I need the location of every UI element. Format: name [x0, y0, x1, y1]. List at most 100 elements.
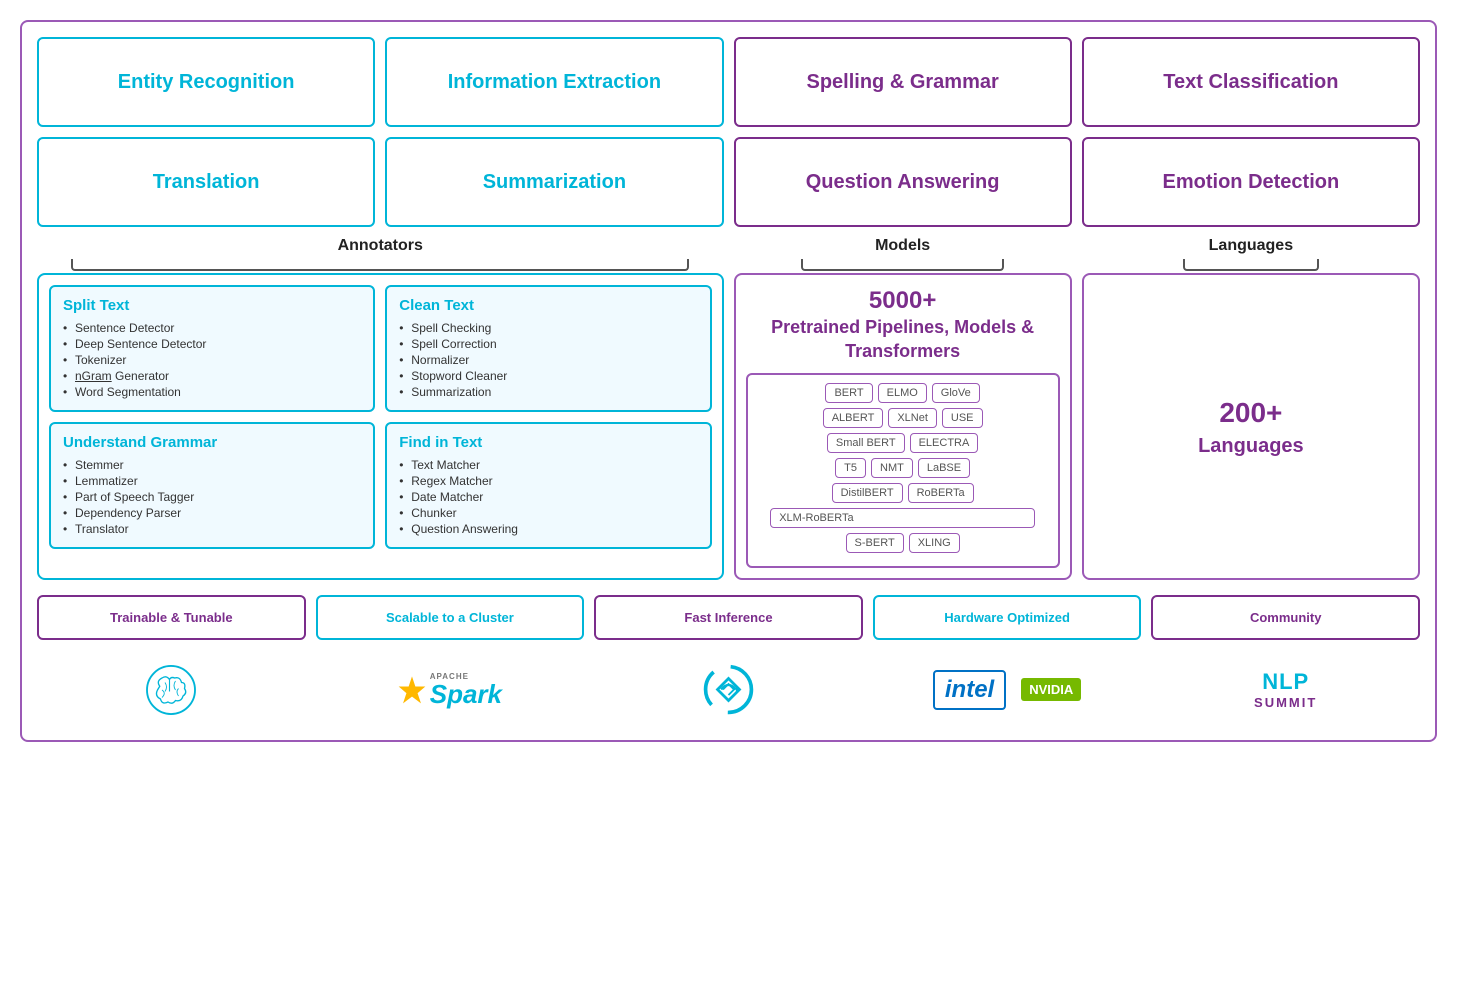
spark-logo-cell: APACHE Spark — [316, 655, 585, 725]
annotators-bracket — [71, 259, 689, 271]
model-albert: ALBERT — [823, 408, 884, 428]
trainable-tunable-label: Trainable & Tunable — [110, 610, 233, 625]
question-answering-label: Question Answering — [806, 171, 1000, 194]
clean-text-box: Clean Text Spell Checking Spell Correcti… — [385, 285, 711, 412]
list-item: Word Segmentation — [63, 384, 361, 400]
model-sbert: S-BERT — [846, 533, 904, 553]
model-row-3: Small BERT ELECTRA — [756, 433, 1050, 453]
information-extraction-box: Information Extraction — [385, 37, 723, 127]
scalable-cluster-label: Scalable to a Cluster — [386, 610, 514, 625]
brain-icon — [141, 660, 201, 720]
information-extraction-label: Information Extraction — [448, 71, 661, 94]
model-use: USE — [942, 408, 983, 428]
models-bracket — [801, 259, 1004, 271]
model-electra: ELECTRA — [910, 433, 979, 453]
list-item: Chunker — [399, 505, 697, 521]
list-item: Summarization — [399, 384, 697, 400]
clean-text-list: Spell Checking Spell Correction Normaliz… — [399, 320, 697, 400]
emotion-detection-label: Emotion Detection — [1163, 171, 1340, 194]
model-glove: GloVe — [932, 383, 980, 403]
scalable-cluster-box: Scalable to a Cluster — [316, 595, 585, 640]
languages-label-text: Languages — [1198, 432, 1304, 460]
model-xlm-roberta: XLM-RoBERTa — [770, 508, 1035, 528]
nlp-summit-cell: NLP SUMMIT — [1151, 655, 1420, 725]
translation-label: Translation — [153, 171, 260, 194]
section-labels: Annotators Models Languages — [37, 237, 1420, 271]
find-in-text-list: Text Matcher Regex Matcher Date Matcher … — [399, 457, 697, 537]
list-item: Spell Checking — [399, 320, 697, 336]
list-item: Regex Matcher — [399, 473, 697, 489]
question-answering-box: Question Answering — [734, 137, 1072, 227]
text-classification-box: Text Classification — [1082, 37, 1420, 127]
annotators-grid: Split Text Sentence Detector Deep Senten… — [49, 285, 712, 549]
top-grid-row1: Entity Recognition Information Extractio… — [37, 37, 1420, 127]
list-item: Stemmer — [63, 457, 361, 473]
annotators-label: Annotators — [338, 237, 423, 255]
list-item: Normalizer — [399, 352, 697, 368]
models-count: 5000+ — [869, 287, 936, 314]
models-label: Models — [875, 237, 930, 255]
spelling-grammar-label: Spelling & Grammar — [806, 71, 998, 94]
models-grid: BERT ELMO GloVe ALBERT XLNet USE Small B… — [746, 373, 1060, 568]
model-bert: BERT — [825, 383, 872, 403]
find-in-text-box: Find in Text Text Matcher Regex Matcher … — [385, 422, 711, 549]
inference-icon — [701, 662, 756, 717]
list-item: nGram Generator — [63, 368, 361, 384]
bottom-features: Trainable & Tunable Scalable to a Cluste… — [37, 595, 1420, 640]
fast-inference-box: Fast Inference — [594, 595, 863, 640]
split-text-box: Split Text Sentence Detector Deep Senten… — [49, 285, 375, 412]
summarization-box: Summarization — [385, 137, 723, 227]
hardware-optimized-label: Hardware Optimized — [944, 610, 1070, 625]
languages-section: 200+ Languages — [1082, 273, 1420, 580]
top-grid-row2: Translation Summarization Question Answe… — [37, 137, 1420, 227]
spark-label: Spark — [430, 681, 502, 707]
split-text-list: Sentence Detector Deep Sentence Detector… — [63, 320, 361, 400]
middle-section: Split Text Sentence Detector Deep Senten… — [37, 273, 1420, 580]
list-item: Dependency Parser — [63, 505, 361, 521]
model-row-6: XLM-RoBERTa — [756, 508, 1050, 528]
split-text-title: Split Text — [63, 297, 361, 314]
community-box: Community — [1151, 595, 1420, 640]
languages-label: Languages — [1209, 237, 1293, 255]
list-item: Text Matcher — [399, 457, 697, 473]
list-item: Part of Speech Tagger — [63, 489, 361, 505]
model-distilbert: DistilBERT — [832, 483, 903, 503]
model-row-2: ALBERT XLNet USE — [756, 408, 1050, 428]
model-nmt: NMT — [871, 458, 913, 478]
entity-recognition-box: Entity Recognition — [37, 37, 375, 127]
find-in-text-title: Find in Text — [399, 434, 697, 451]
languages-count: 200+ — [1198, 393, 1304, 432]
nvidia-logo: NVIDIA — [1021, 678, 1081, 701]
model-small-bert: Small BERT — [827, 433, 905, 453]
spark-logo: APACHE Spark — [398, 672, 502, 707]
model-labse: LaBSE — [918, 458, 970, 478]
community-label: Community — [1250, 610, 1322, 625]
list-item: Deep Sentence Detector — [63, 336, 361, 352]
hardware-logos-cell: intel NVIDIA — [873, 655, 1142, 725]
list-item: Date Matcher — [399, 489, 697, 505]
spark-star-icon — [398, 676, 426, 704]
model-t5: T5 — [835, 458, 866, 478]
logo-row: APACHE Spark intel NVIDIA — [37, 655, 1420, 725]
translation-box: Translation — [37, 137, 375, 227]
languages-text: 200+ Languages — [1198, 393, 1304, 460]
summarization-label: Summarization — [483, 171, 626, 194]
understand-grammar-box: Understand Grammar Stemmer Lemmatizer Pa… — [49, 422, 375, 549]
trainable-tunable-box: Trainable & Tunable — [37, 595, 306, 640]
emotion-detection-box: Emotion Detection — [1082, 137, 1420, 227]
list-item: Question Answering — [399, 521, 697, 537]
main-container: Entity Recognition Information Extractio… — [20, 20, 1437, 742]
model-elmo: ELMO — [878, 383, 927, 403]
list-item: Tokenizer — [63, 352, 361, 368]
understand-grammar-list: Stemmer Lemmatizer Part of Speech Tagger… — [63, 457, 361, 537]
models-section: 5000+ Pretrained Pipelines, Models & Tra… — [734, 273, 1072, 580]
hardware-optimized-box: Hardware Optimized — [873, 595, 1142, 640]
nlp-summit-logo: NLP SUMMIT — [1254, 669, 1317, 710]
list-item: Lemmatizer — [63, 473, 361, 489]
spelling-grammar-box: Spelling & Grammar — [734, 37, 1072, 127]
entity-recognition-label: Entity Recognition — [118, 71, 295, 94]
inference-logo-cell — [594, 655, 863, 725]
model-row-4: T5 NMT LaBSE — [756, 458, 1050, 478]
spark-text: APACHE Spark — [430, 672, 502, 707]
understand-grammar-title: Understand Grammar — [63, 434, 361, 451]
